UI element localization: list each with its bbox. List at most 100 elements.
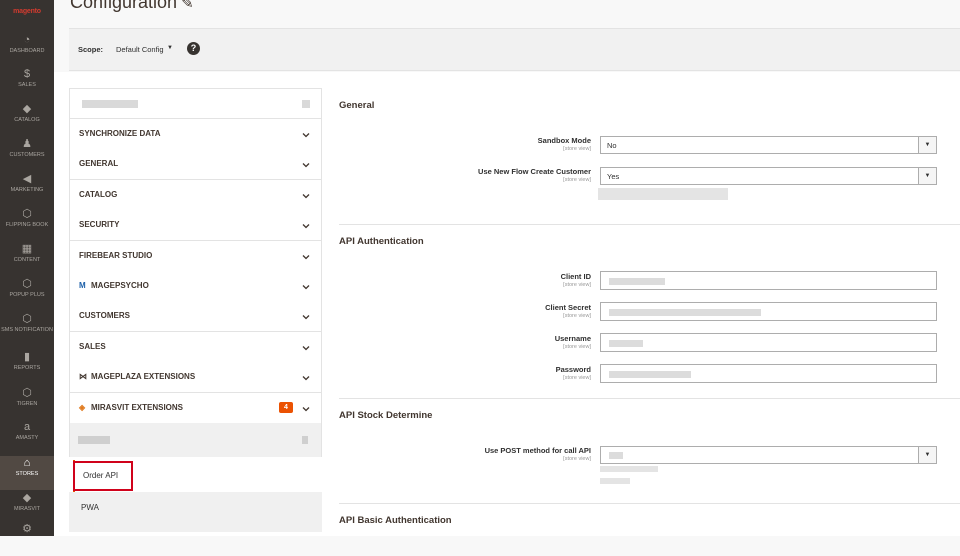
tab-mirasvit-extensions[interactable]: ◈ MIRASVIT EXTENSIONS 4	[69, 392, 322, 424]
field-label-new-flow: Use New Flow Create Customer	[478, 167, 591, 176]
field-scope: [store view]	[563, 456, 591, 462]
tab-synchronize-data[interactable]: SYNCHRONIZE DATA	[69, 119, 322, 150]
pin-icon[interactable]: ✎	[181, 0, 194, 12]
nav-item-marketing[interactable]: ◀ MARKETING	[0, 172, 54, 206]
tab-firebear-studio[interactable]: FIREBEAR STUDIO	[69, 240, 322, 272]
tab-label: M MAGEPSYCHO	[79, 281, 149, 290]
question-icon[interactable]: ?	[187, 42, 200, 55]
tab-label: FIREBEAR STUDIO	[79, 251, 152, 260]
tab-text: MIRASVIT EXTENSIONS	[91, 402, 184, 412]
hexagon-icon: ⬡	[22, 208, 32, 220]
chevron-down-icon	[301, 370, 311, 381]
subtab-label: PWA	[81, 503, 99, 512]
hexagon-icon: ⬡	[22, 387, 32, 399]
redacted-value	[609, 452, 623, 459]
magento-logo[interactable]: magento	[6, 8, 48, 20]
chevron-down-icon	[301, 249, 311, 260]
hexagon-icon: ⬡	[22, 313, 32, 325]
tab-label: SECURITY	[79, 220, 119, 229]
nav-item-sms-notification[interactable]: ⬡ SMS NOTIFICATION	[0, 312, 54, 346]
bar-chart-icon: ▮	[23, 351, 31, 363]
tab-label: CUSTOMERS	[79, 311, 130, 320]
post-method-select[interactable]: ▼	[600, 446, 937, 464]
scope-label: Scope:	[78, 45, 104, 54]
chevron-down-icon[interactable]: ▼	[167, 45, 173, 51]
nav-item-flipping-book[interactable]: ⬡ FLIPPING BOOK	[0, 207, 54, 241]
nav-item-stores[interactable]: ⌂ STORES	[0, 456, 54, 490]
redacted-note	[600, 478, 630, 484]
nav-item-catalog[interactable]: ◆ CATALOG	[0, 102, 54, 136]
tab-label: GENERAL	[79, 159, 118, 168]
redacted-value	[609, 371, 691, 378]
tab-text: SYNCHRONIZE DATA	[79, 129, 161, 138]
field-label-client-secret: Client Secret	[545, 303, 591, 312]
chevron-down-icon[interactable]: ▼	[918, 447, 936, 463]
chevron-down-icon	[301, 340, 311, 351]
chevron-down-icon[interactable]: ▼	[918, 168, 936, 184]
password-input[interactable]	[600, 364, 937, 383]
nav-item-label: TIGREN	[16, 401, 38, 407]
redacted-text	[302, 436, 308, 444]
nav-item-content[interactable]: ▦ CONTENT	[0, 242, 54, 276]
field-scope: [store view]	[563, 313, 591, 319]
section-divider	[339, 398, 960, 399]
cube-icon: ◆	[22, 103, 32, 115]
subtab-redacted[interactable]	[69, 423, 322, 457]
client-secret-input[interactable]	[600, 302, 937, 321]
tab-general[interactable]: GENERAL	[69, 149, 322, 181]
tab-text: MAGEPSYCHO	[91, 281, 149, 290]
field-scope: [store view]	[563, 282, 591, 288]
tab-text: SALES	[79, 341, 106, 351]
scope-bar: Scope: Default Config ▼ ?	[69, 28, 960, 71]
sandbox-mode-select[interactable]: No ▼	[600, 136, 937, 154]
nav-item-label: MIRASVIT	[14, 506, 40, 512]
nav-item-tigren[interactable]: ⬡ TIGREN	[0, 386, 54, 420]
nav-item-mirasvit[interactable]: ◆ MIRASVIT	[0, 491, 54, 525]
tab-mageplaza-extensions[interactable]: ⋈ MAGEPLAZA EXTENSIONS	[69, 362, 322, 394]
nav-item-label: DASHBOARD	[9, 48, 45, 54]
tab-security[interactable]: SECURITY	[69, 210, 322, 242]
nav-item-reports[interactable]: ▮ REPORTS	[0, 350, 54, 384]
nav-item-label: MARKETING	[10, 187, 44, 193]
tab-magepsycho[interactable]: M MAGEPSYCHO	[69, 271, 322, 302]
redacted-value	[609, 309, 761, 316]
chevron-down-icon[interactable]: ▼	[918, 137, 936, 153]
megaphone-icon: ◀	[22, 173, 32, 185]
tab-label: SALES	[79, 342, 106, 351]
nav-item-dashboard[interactable]: ◔ DASHBOARD	[0, 33, 54, 67]
nav-item-settings[interactable]: ⚙	[0, 522, 54, 556]
tab-customers[interactable]: CUSTOMERS	[69, 301, 322, 333]
mirasvit-logo-icon: ◈	[79, 402, 86, 412]
section-title-api-auth: API Authentication	[339, 236, 424, 247]
redacted-value	[609, 340, 643, 347]
nav-item-label: POPUP PLUS	[9, 292, 45, 298]
client-id-input[interactable]	[600, 271, 937, 290]
scope-switcher[interactable]: Default Config	[116, 45, 164, 54]
tab-catalog[interactable]: CATALOG	[69, 179, 322, 211]
redacted-value	[609, 278, 665, 285]
tab-text: CUSTOMERS	[79, 311, 130, 321]
nav-item-sales[interactable]: $ SALES	[0, 67, 54, 101]
page-title: Configuration ✎	[70, 0, 194, 13]
field-scope: [store view]	[563, 146, 591, 152]
diamond-icon: ◆	[22, 492, 32, 504]
annotation-highlight-box	[73, 461, 133, 491]
field-scope: [store view]	[563, 344, 591, 350]
new-flow-select[interactable]: Yes ▼	[600, 167, 937, 185]
tab-redacted[interactable]	[69, 88, 322, 119]
nav-item-customers[interactable]: ♟ CUSTOMERS	[0, 137, 54, 171]
nav-item-popup-plus[interactable]: ⬡ POPUP PLUS	[0, 277, 54, 311]
subtab-pwa[interactable]: PWA	[69, 492, 322, 532]
tab-text: GENERAL	[79, 159, 119, 169]
section-divider	[339, 224, 960, 225]
section-title-basic-auth: API Basic Authentication	[339, 515, 452, 526]
tab-sales[interactable]: SALES	[69, 331, 322, 363]
admin-sidebar: magento ◔ DASHBOARD $ SALES ◆ CATALOG ♟ CUSTOME…	[0, 0, 54, 536]
username-input[interactable]	[600, 333, 937, 352]
nav-item-label: SMS NOTIFICATION	[1, 327, 53, 333]
store-icon: ⌂	[23, 457, 31, 469]
redacted-text	[78, 436, 110, 444]
nav-item-amasty[interactable]: a AMASTY	[0, 420, 54, 454]
tab-label: CATALOG	[79, 190, 117, 199]
field-label-username: Username	[554, 334, 591, 343]
